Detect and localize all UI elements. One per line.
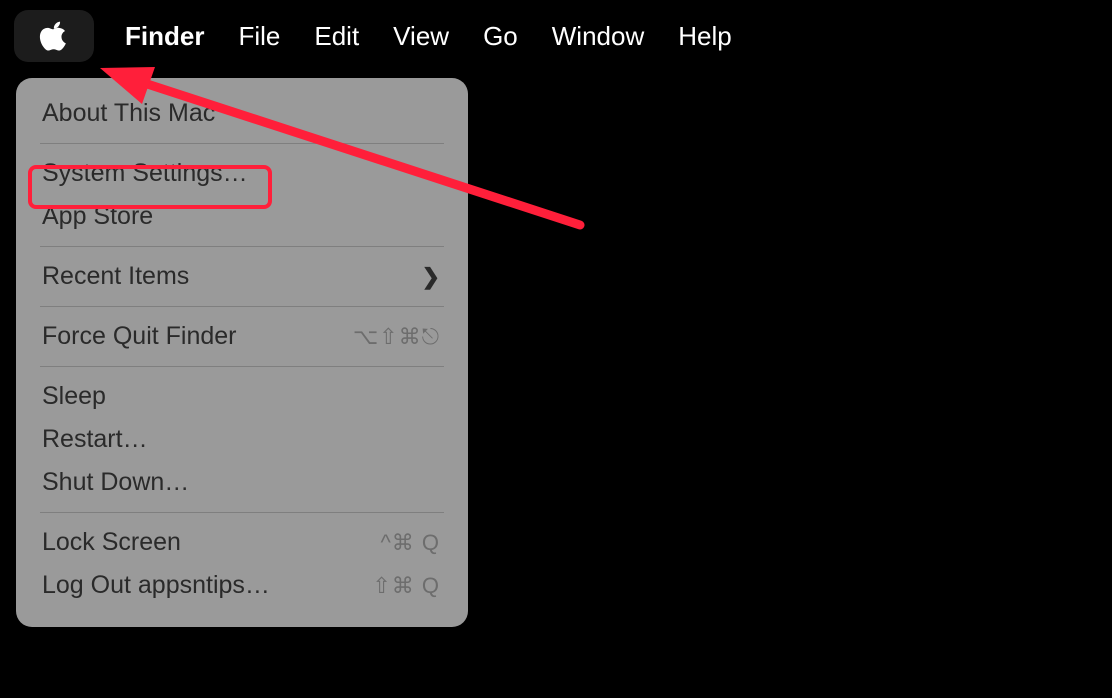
menu-item-recent-items[interactable]: Recent Items ❯ bbox=[16, 255, 468, 298]
menu-item-label: Lock Screen bbox=[42, 528, 380, 557]
menubar-item-edit[interactable]: Edit bbox=[297, 0, 376, 72]
menu-item-label: Recent Items bbox=[42, 262, 422, 291]
menu-item-lock-screen[interactable]: Lock Screen ^⌘ Q bbox=[16, 521, 468, 564]
menu-item-shortcut: ⌥⇧⌘⎋ bbox=[353, 324, 440, 350]
menu-item-sleep[interactable]: Sleep bbox=[16, 375, 468, 418]
menu-item-system-settings[interactable]: System Settings… bbox=[16, 152, 468, 195]
menu-item-label: Log Out appsntips… bbox=[42, 571, 372, 600]
menu-item-label: Sleep bbox=[42, 382, 440, 411]
apple-logo-icon bbox=[39, 20, 69, 52]
menubar-item-help[interactable]: Help bbox=[661, 0, 748, 72]
menu-separator bbox=[40, 143, 444, 144]
menu-item-label: App Store bbox=[42, 202, 440, 231]
menu-separator bbox=[40, 246, 444, 247]
menubar-item-file[interactable]: File bbox=[221, 0, 297, 72]
menu-item-app-store[interactable]: App Store bbox=[16, 195, 468, 238]
menu-separator bbox=[40, 512, 444, 513]
menu-item-label: System Settings… bbox=[42, 159, 440, 188]
menu-item-shortcut: ^⌘ Q bbox=[380, 530, 440, 556]
menu-item-label: Force Quit Finder bbox=[42, 322, 353, 351]
menubar-item-window[interactable]: Window bbox=[535, 0, 661, 72]
menu-item-label: Shut Down… bbox=[42, 468, 440, 497]
menu-item-label: About This Mac bbox=[42, 99, 440, 128]
menu-separator bbox=[40, 366, 444, 367]
apple-menu-button[interactable] bbox=[14, 10, 94, 62]
menu-separator bbox=[40, 306, 444, 307]
menubar-item-finder[interactable]: Finder bbox=[108, 0, 221, 72]
menubar-item-view[interactable]: View bbox=[376, 0, 466, 72]
menu-item-restart[interactable]: Restart… bbox=[16, 418, 468, 461]
menubar-item-go[interactable]: Go bbox=[466, 0, 535, 72]
menu-item-shortcut: ⇧⌘ Q bbox=[372, 573, 440, 599]
chevron-right-icon: ❯ bbox=[422, 264, 440, 290]
apple-menu-dropdown: About This Mac System Settings… App Stor… bbox=[16, 78, 468, 627]
menubar: Finder File Edit View Go Window Help bbox=[0, 0, 1112, 72]
menu-item-label: Restart… bbox=[42, 425, 440, 454]
menu-item-shut-down[interactable]: Shut Down… bbox=[16, 461, 468, 504]
menu-item-about-this-mac[interactable]: About This Mac bbox=[16, 92, 468, 135]
menu-item-log-out[interactable]: Log Out appsntips… ⇧⌘ Q bbox=[16, 564, 468, 607]
menu-item-force-quit[interactable]: Force Quit Finder ⌥⇧⌘⎋ bbox=[16, 315, 468, 358]
